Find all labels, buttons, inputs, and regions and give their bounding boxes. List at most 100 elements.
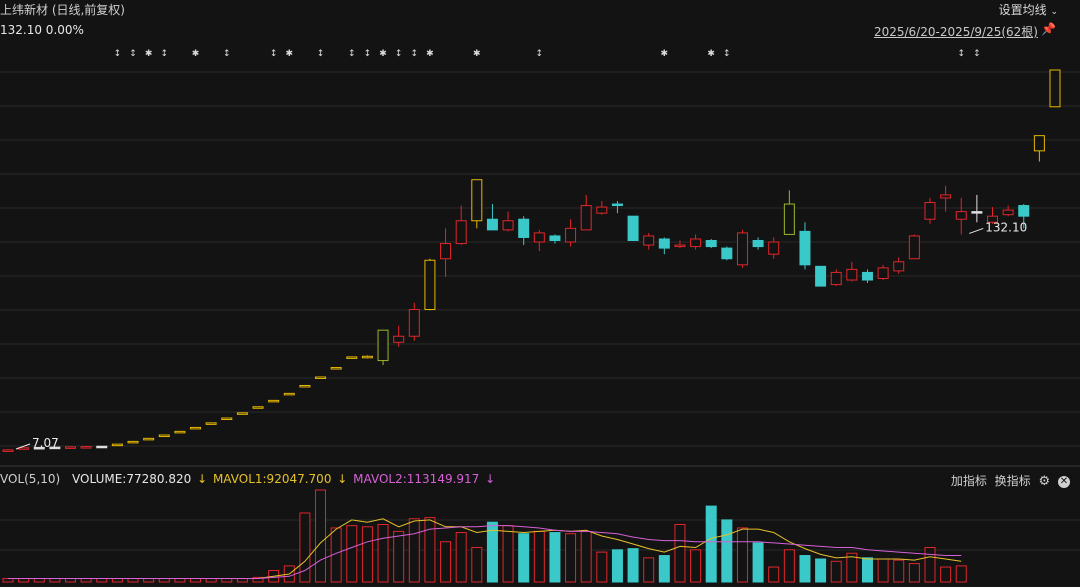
candle-body bbox=[502, 220, 514, 231]
volume-bar bbox=[377, 524, 389, 583]
event-marker: ✱ bbox=[379, 49, 387, 59]
candle-body bbox=[1002, 209, 1014, 216]
candle-body bbox=[1049, 69, 1061, 108]
volume-bar bbox=[174, 578, 186, 583]
arrow-down-icon: ↓ bbox=[197, 472, 208, 486]
close-icon[interactable]: ✕ bbox=[1058, 475, 1070, 488]
volume-bar bbox=[799, 555, 811, 583]
candle-body bbox=[955, 211, 967, 220]
candle-body bbox=[627, 215, 639, 242]
candle-body bbox=[705, 240, 717, 248]
volume-bar bbox=[877, 558, 889, 583]
event-marker: ↕ bbox=[723, 49, 731, 59]
candle-body bbox=[924, 202, 936, 220]
candle-body bbox=[815, 265, 827, 287]
candle-body bbox=[861, 271, 873, 281]
candle-body bbox=[533, 232, 545, 243]
volume-bar bbox=[924, 547, 936, 583]
volume-bar bbox=[502, 525, 514, 583]
indicator-tools: 加指标 换指标 ⚙ ✕ bbox=[947, 472, 1070, 489]
event-marker: ✱ bbox=[661, 49, 669, 59]
vol-label: VOL(5,10) bbox=[0, 472, 61, 486]
kline-chart[interactable]: ↕ ↕ ✱ ↕ ✱ ↕ ↕ ✱ ↕ ↕ ↕ ✱ ↕ ↕ ✱ ✱ ↕ ✱ ✱ ↕ ↕ ↕ 132.10 7.07 bbox=[0, 0, 1080, 587]
mavol1-value: MAVOL1:92047.700 bbox=[212, 472, 332, 486]
candle-body bbox=[752, 240, 764, 248]
candle-body bbox=[893, 261, 905, 272]
candle-body bbox=[971, 211, 983, 214]
event-marker: ↕ bbox=[364, 49, 372, 59]
event-marker: ✱ bbox=[192, 49, 200, 59]
candle-body bbox=[1018, 205, 1030, 217]
volume-bar bbox=[315, 489, 327, 583]
event-marker: ✱ bbox=[707, 49, 715, 59]
event-marker: ↕ bbox=[348, 49, 356, 59]
volume-bar bbox=[80, 578, 92, 583]
volume-bar bbox=[408, 518, 420, 583]
candle-body bbox=[471, 179, 483, 222]
volume-bar bbox=[783, 549, 795, 583]
candle-body bbox=[190, 426, 202, 430]
candle-body bbox=[408, 308, 420, 337]
volume-bar bbox=[236, 578, 248, 583]
annotation-pointer bbox=[969, 227, 984, 234]
event-marker: ✱ bbox=[286, 49, 294, 59]
event-marker: ↕ bbox=[973, 49, 981, 59]
volume-bar bbox=[815, 558, 827, 583]
candle-body bbox=[205, 422, 217, 425]
candle-body bbox=[799, 230, 811, 266]
volume-bar bbox=[861, 557, 873, 583]
candle-body bbox=[361, 355, 373, 359]
candle-body bbox=[283, 392, 295, 396]
volume-bar bbox=[346, 525, 358, 583]
volume-bar bbox=[221, 578, 233, 583]
volume-bar bbox=[674, 524, 686, 583]
volume-bar bbox=[611, 549, 623, 583]
candle-body bbox=[299, 384, 311, 388]
candle-body bbox=[486, 218, 498, 231]
volume-bar bbox=[658, 555, 670, 583]
volume-bar bbox=[596, 551, 608, 583]
volume-bar bbox=[721, 519, 733, 583]
volume-bar bbox=[127, 578, 139, 583]
volume-bar bbox=[205, 578, 217, 583]
candle-body bbox=[643, 235, 655, 246]
candle-body bbox=[377, 329, 389, 362]
volume-bar bbox=[455, 532, 467, 583]
event-marker: ↕ bbox=[395, 49, 403, 59]
candle-body bbox=[346, 356, 358, 359]
add-indicator-button[interactable]: 加指标 bbox=[951, 474, 987, 488]
switch-indicator-button[interactable]: 换指标 bbox=[995, 474, 1031, 488]
candle-body bbox=[549, 235, 561, 242]
candle-body bbox=[565, 227, 577, 243]
candle-body bbox=[252, 406, 264, 409]
candle-body bbox=[2, 449, 14, 452]
volume-bar bbox=[565, 533, 577, 583]
candle-body bbox=[580, 205, 592, 231]
volume-bar bbox=[955, 565, 967, 583]
volume-bar bbox=[190, 578, 202, 583]
volume-bar bbox=[518, 533, 530, 583]
candle-body bbox=[127, 440, 139, 444]
event-marker: ↕ bbox=[317, 49, 325, 59]
candle-body bbox=[736, 232, 748, 266]
volume-bar bbox=[940, 566, 952, 583]
volume-bar bbox=[49, 578, 61, 583]
volume-bar bbox=[393, 530, 405, 583]
volume-bar bbox=[705, 505, 717, 583]
gear-icon[interactable]: ⚙ bbox=[1039, 474, 1051, 489]
volume-bar bbox=[33, 578, 45, 583]
candle-body bbox=[768, 241, 780, 255]
volume-bar bbox=[893, 559, 905, 583]
arrow-down-icon: ↓ bbox=[485, 472, 496, 486]
volume-bar bbox=[471, 547, 483, 583]
candle-body bbox=[721, 247, 733, 260]
volume-bar bbox=[158, 578, 170, 583]
volume-bar bbox=[768, 566, 780, 583]
candle-body bbox=[690, 238, 702, 248]
volume-bar bbox=[580, 530, 592, 583]
low-price-label: 7.07 bbox=[32, 436, 59, 450]
candle-body bbox=[143, 437, 155, 441]
candle-body bbox=[158, 434, 170, 438]
event-marker: ↕ bbox=[223, 49, 231, 59]
event-marker: ↕ bbox=[536, 49, 544, 59]
